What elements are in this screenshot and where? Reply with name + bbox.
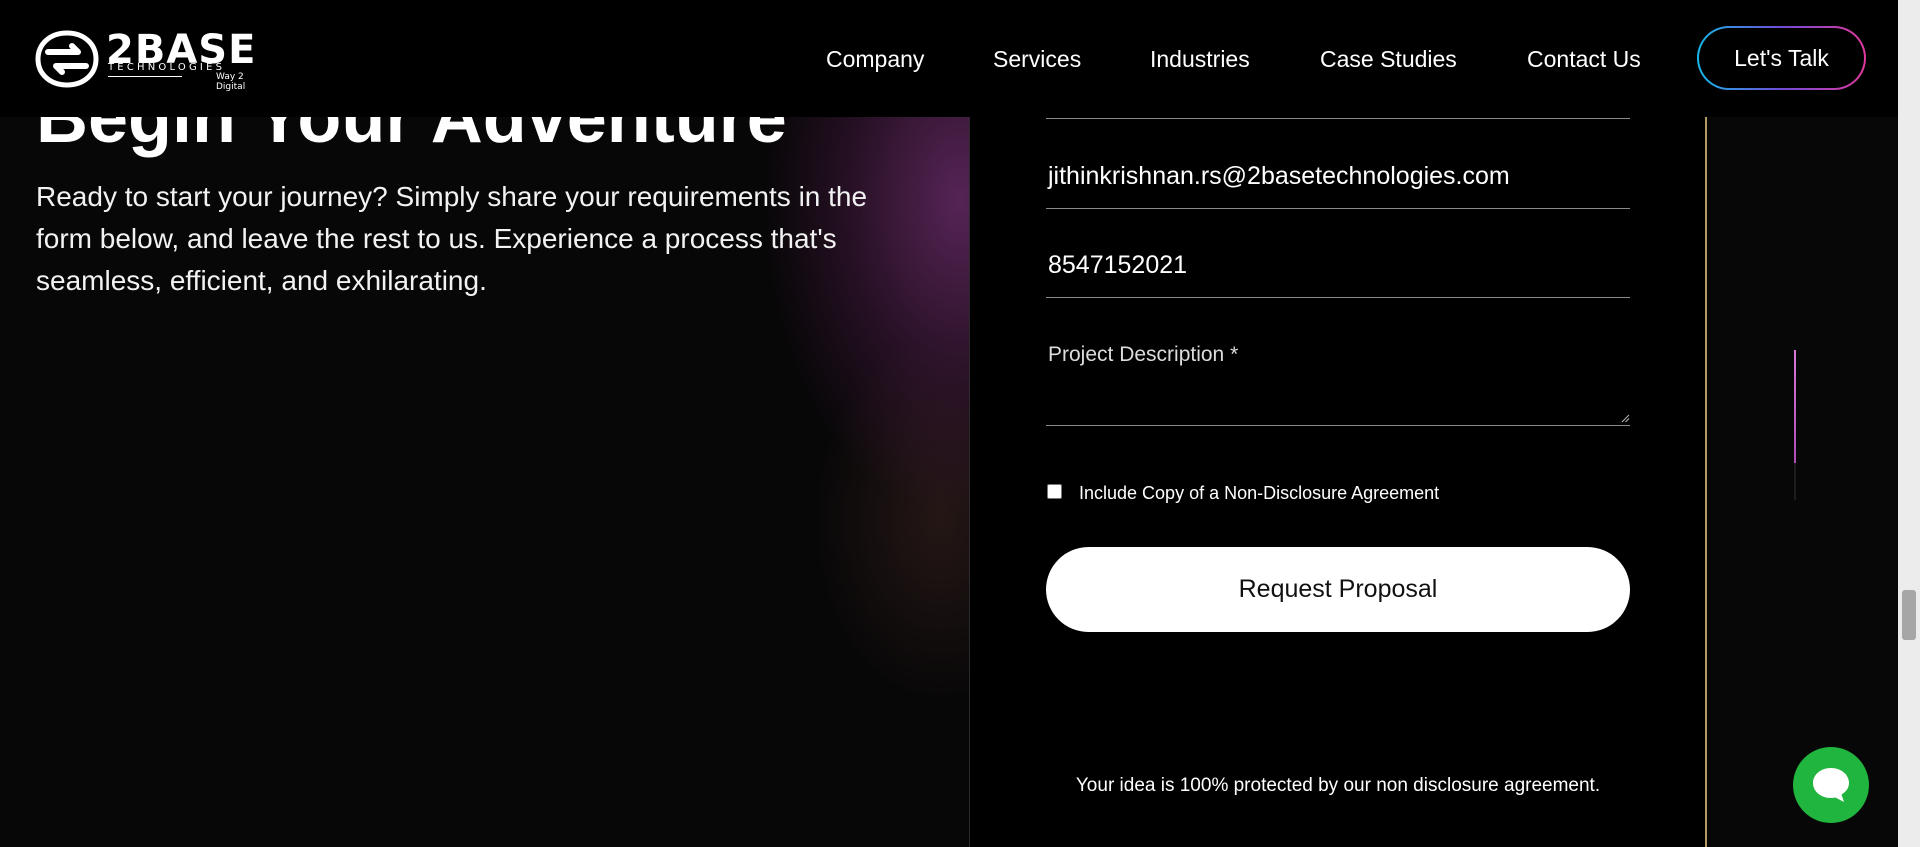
nav-item-company[interactable]: Company [826,44,924,74]
email-field[interactable]: jithinkrishnan.rs@2basetechnologies.com [1048,161,1510,191]
chat-bubble-icon [1813,768,1849,802]
nda-checkbox[interactable] [1047,484,1062,499]
site-header: 2BASE TECHNOLOGIES Way 2 Digital Company… [0,0,1898,117]
hero-description: Ready to start your journey? Simply shar… [36,181,868,296]
nav-item-industries[interactable]: Industries [1150,44,1250,74]
logo-tagline: Way 2 Digital [216,72,246,92]
nav-item-contact-us[interactable]: Contact Us [1527,44,1641,74]
phone-field-underline [1046,297,1630,298]
lets-talk-button[interactable]: Let's Talk [1697,26,1866,90]
phone-field[interactable]: 8547152021 [1048,250,1187,280]
request-proposal-button[interactable]: Request Proposal [1046,547,1630,632]
previous-field-underline [1046,118,1630,119]
lets-talk-label: Let's Talk [1699,28,1864,88]
resize-grip-icon[interactable] [1620,413,1630,423]
project-description-field[interactable]: Project Description * [1048,342,1238,368]
main-nav: Company Services Industries Case Studies… [0,44,1898,74]
logo-divider [108,76,182,77]
nda-checkbox-label[interactable]: Include Copy of a Non-Disclosure Agreeme… [1079,483,1439,504]
scrollbar-thumb[interactable] [1902,590,1916,640]
chat-button[interactable] [1793,747,1869,823]
page: Begin Your Adventure Ready to start your… [0,0,1920,847]
email-field-underline [1046,208,1630,209]
nda-note: Your idea is 100% protected by our non d… [1075,775,1601,796]
form-panel [969,0,1707,847]
project-description-underline [1046,425,1630,426]
nav-item-services[interactable]: Services [993,44,1081,74]
nav-item-case-studies[interactable]: Case Studies [1320,44,1457,74]
page-scrollbar[interactable] [1898,0,1920,847]
section-progress-fill [1794,350,1796,463]
